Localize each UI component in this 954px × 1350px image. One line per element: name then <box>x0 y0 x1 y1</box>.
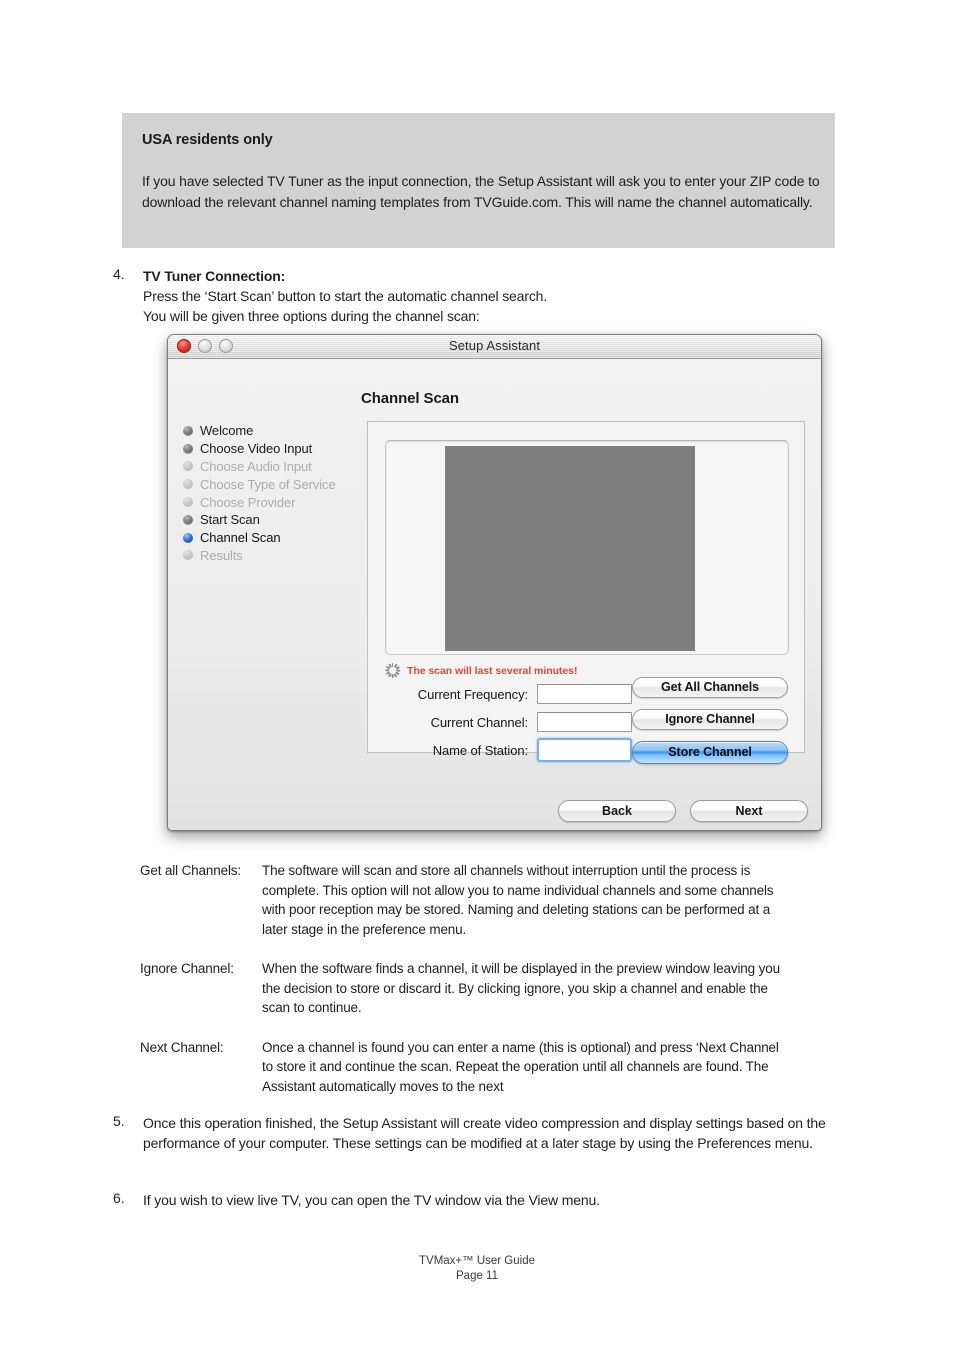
scan-status-text: The scan will last several minutes! <box>407 664 578 677</box>
back-button[interactable]: Back <box>558 800 676 822</box>
footer-title: TVMax+™ User Guide <box>419 1255 535 1267</box>
step-bullet-current-icon <box>183 532 193 543</box>
current-channel-label: Current Channel: <box>430 714 529 730</box>
definition-term: Ignore Channel: <box>140 961 234 976</box>
name-of-station-label: Name of Station: <box>432 742 528 758</box>
step-6-marker: 6. <box>113 1190 125 1206</box>
spinner-icon <box>384 663 400 678</box>
sidebar-item-welcome[interactable]: Welcome <box>183 422 358 440</box>
window-titlebar[interactable]: Setup Assistant <box>168 335 821 359</box>
sidebar-item-label: Channel Scan <box>200 530 281 546</box>
window-title: Setup Assistant <box>448 338 541 353</box>
definition-ignore-channel: Ignore Channel: When the software finds … <box>140 959 840 1018</box>
step-5-text: Once this operation finished, the Setup … <box>143 1115 826 1151</box>
definition-get-all-channels: Get all Channels: The software will scan… <box>140 861 840 939</box>
get-all-channels-button[interactable]: Get All Channels <box>632 677 788 698</box>
step-bullet-icon <box>183 479 193 490</box>
video-preview-area <box>445 446 695 651</box>
note-title: USA residents only <box>142 132 273 148</box>
current-frequency-label: Current Frequency: <box>417 686 528 702</box>
sidebar-item-results: Results <box>183 547 358 565</box>
step-bullet-icon <box>183 514 193 525</box>
store-channel-button[interactable]: Store Channel <box>632 741 788 764</box>
video-preview-well <box>385 440 789 655</box>
setup-assistant-window: Setup Assistant Channel Scan Welcome Cho… <box>167 334 822 831</box>
sidebar-item-label: Choose Provider <box>200 494 296 510</box>
step-6-text: If you wish to view live TV, you can ope… <box>143 1192 600 1208</box>
channel-options-definitions: Get all Channels: The software will scan… <box>140 861 840 1116</box>
step-bullet-icon <box>183 497 193 508</box>
usa-residents-note-box: USA residents only If you have selected … <box>122 113 835 248</box>
step-4-marker: 4. <box>113 266 125 282</box>
channel-action-buttons: Get All Channels Ignore Channel Store Ch… <box>632 677 790 775</box>
setup-steps-list: Welcome Choose Video Input Choose Audio … <box>183 422 358 564</box>
sidebar-item-channel-scan[interactable]: Channel Scan <box>183 529 358 547</box>
page-footer: TVMax+™ User Guide Page 11 <box>0 1254 954 1284</box>
definition-next-channel: Next Channel: Once a channel is found yo… <box>140 1038 840 1097</box>
sidebar-item-choose-provider: Choose Provider <box>183 493 358 511</box>
next-button[interactable]: Next <box>690 800 808 822</box>
sidebar-item-label: Choose Type of Service <box>200 476 336 492</box>
definition-term: Next Channel: <box>140 1039 224 1055</box>
step-4-text: TV Tuner Connection: Press the ‘Start Sc… <box>143 266 783 326</box>
sidebar-item-choose-type-of-service: Choose Type of Service <box>183 475 358 493</box>
step-bullet-icon <box>183 550 193 561</box>
sidebar-item-label: Start Scan <box>200 512 260 528</box>
footer-page-number: Page 11 <box>456 1270 498 1282</box>
sidebar-item-label: Welcome <box>200 423 254 439</box>
step-4-heading: TV Tuner Connection: <box>143 268 286 284</box>
sidebar-item-label: Choose Audio Input <box>200 458 312 474</box>
note-body: If you have selected TV Tuner as the inp… <box>142 173 820 210</box>
step-bullet-icon <box>183 461 193 472</box>
scan-status: The scan will last several minutes! <box>384 663 578 678</box>
sidebar-item-start-scan[interactable]: Start Scan <box>183 511 358 529</box>
ignore-channel-button[interactable]: Ignore Channel <box>632 709 788 730</box>
definition-description: The software will scan and store all cha… <box>262 863 774 937</box>
window-body: Channel Scan Welcome Choose Video Input … <box>168 359 821 830</box>
sidebar-item-choose-video-input[interactable]: Choose Video Input <box>183 440 358 458</box>
definition-description: When the software finds a channel, it wi… <box>262 961 780 1015</box>
step-bullet-icon <box>183 443 193 454</box>
current-frequency-input[interactable] <box>537 684 632 704</box>
step-4-line2: You will be given three options during t… <box>143 308 480 324</box>
step-5-marker: 5. <box>113 1113 125 1129</box>
sidebar-item-label: Choose Video Input <box>200 441 313 457</box>
definition-description: Once a channel is found you can enter a … <box>262 1039 779 1094</box>
name-of-station-input[interactable] <box>537 738 632 762</box>
channel-scan-panel: The scan will last several minutes! Curr… <box>367 421 805 764</box>
sidebar-item-choose-audio-input: Choose Audio Input <box>183 458 358 476</box>
sidebar-item-label: Results <box>200 547 243 563</box>
current-channel-input[interactable] <box>537 712 632 732</box>
wizard-navigation: Back Next <box>558 800 808 822</box>
pane-title: Channel Scan <box>361 390 459 407</box>
step-bullet-icon <box>183 425 193 436</box>
definition-term: Get all Channels: <box>140 863 242 878</box>
step-4-line1: Press the ‘Start Scan’ button to start t… <box>143 288 548 304</box>
